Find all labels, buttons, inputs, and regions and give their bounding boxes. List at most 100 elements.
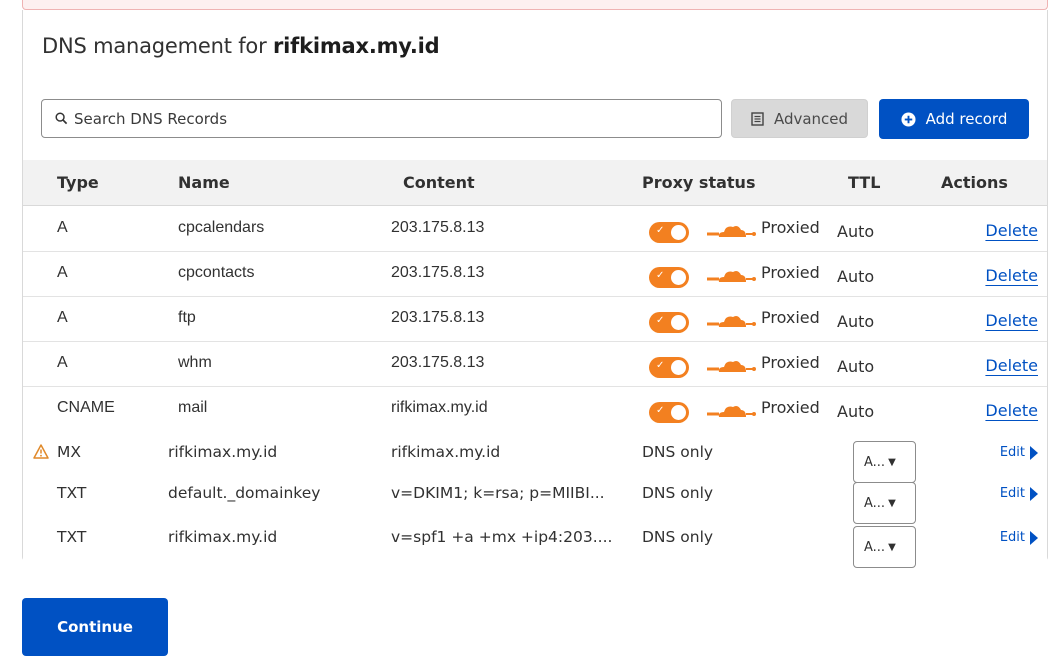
cloud-icon [707, 316, 756, 327]
proxy-status: DNS only [642, 528, 714, 546]
record-content: rifkimax.my.id [391, 399, 488, 416]
add-record-label: Add record [925, 110, 1008, 128]
proxy-toggle[interactable]: ✓ [649, 267, 689, 288]
ttl-select-value: A... [864, 539, 886, 555]
caret-down-icon: ▼ [888, 541, 896, 553]
caret-right-icon [1030, 486, 1038, 501]
ttl-select[interactable]: A... ▼ [853, 441, 916, 483]
column-header-content[interactable]: Content [403, 173, 475, 192]
caret-down-icon: ▼ [888, 497, 896, 509]
record-name: rifkimax.my.id [168, 443, 278, 461]
column-header-name[interactable]: Name [178, 173, 230, 192]
record-type: TXT [57, 528, 87, 546]
ttl-value: Auto [837, 402, 875, 421]
add-record-button[interactable]: Add record [879, 99, 1029, 139]
column-header-actions: Actions [941, 173, 1008, 192]
record-name: cpcontacts [178, 264, 255, 281]
table-row[interactable]: A cpcontacts 203.175.8.13 ✓ Proxied Auto… [23, 252, 1047, 297]
record-type: MX [57, 443, 81, 461]
cloud-icon [707, 406, 756, 417]
proxy-toggle[interactable]: ✓ [649, 402, 689, 423]
table-row[interactable]: A whm 203.175.8.13 ✓ Proxied Auto Delete [23, 342, 1047, 387]
record-name: ftp [178, 309, 196, 326]
cloud-icon [707, 226, 756, 237]
record-type: A [57, 219, 68, 236]
column-header-proxy-status[interactable]: Proxy status [642, 173, 755, 192]
proxy-status: Proxied [761, 218, 820, 237]
record-content: 203.175.8.13 [391, 219, 485, 236]
proxy-status: Proxied [761, 398, 820, 417]
record-type: TXT [57, 484, 87, 502]
delete-link[interactable]: Delete [985, 221, 1038, 240]
delete-link[interactable]: Delete [985, 401, 1038, 420]
cloud-icon [707, 361, 756, 372]
record-name: default._domainkey [168, 484, 321, 502]
document-icon [751, 111, 764, 126]
advanced-button-label: Advanced [773, 109, 849, 128]
record-name: cpcalendars [178, 219, 265, 236]
continue-button[interactable]: Continue [22, 598, 168, 656]
record-type: CNAME [57, 399, 115, 416]
ttl-value: Auto [837, 267, 875, 286]
delete-link[interactable]: Delete [985, 356, 1038, 375]
caret-right-icon [1030, 530, 1038, 545]
proxy-toggle[interactable]: ✓ [649, 312, 689, 333]
caret-right-icon [1030, 445, 1038, 460]
record-type: A [57, 354, 68, 371]
column-header-type[interactable]: Type [57, 173, 99, 192]
proxy-status: DNS only [642, 443, 714, 461]
ttl-select-value: A... [864, 454, 886, 470]
record-type: A [57, 264, 68, 281]
plus-circle-icon [901, 111, 916, 127]
proxy-status: Proxied [761, 353, 820, 372]
edit-button[interactable]: Edit [1000, 530, 1038, 545]
table-header: Type Name Content Proxy status TTL Actio… [23, 160, 1047, 206]
check-icon: ✓ [656, 225, 665, 236]
proxy-status: Proxied [761, 263, 820, 282]
ttl-select-value: A... [864, 495, 886, 511]
alert-banner-edge [22, 0, 1048, 10]
check-icon: ✓ [656, 315, 665, 326]
check-icon: ✓ [656, 270, 665, 281]
check-icon: ✓ [656, 405, 665, 416]
table-row[interactable]: MX rifkimax.my.id rifkimax.my.id DNS onl… [23, 431, 1047, 483]
advanced-button[interactable]: Advanced [731, 99, 868, 138]
warning-icon [33, 444, 49, 459]
record-type: A [57, 309, 68, 326]
record-name: whm [178, 354, 212, 371]
record-name: mail [178, 399, 208, 416]
proxy-toggle[interactable]: ✓ [649, 357, 689, 378]
delete-link[interactable]: Delete [985, 266, 1038, 285]
continue-label: Continue [57, 618, 133, 636]
edit-button[interactable]: Edit [1000, 486, 1038, 501]
cloud-icon [707, 271, 756, 282]
record-content: 203.175.8.13 [391, 354, 485, 371]
proxy-toggle[interactable]: ✓ [649, 222, 689, 243]
record-content: 203.175.8.13 [391, 264, 485, 281]
record-content: rifkimax.my.id [391, 443, 501, 461]
page-title: DNS management for rifkimax.my.id [42, 34, 440, 58]
ttl-select[interactable]: A... ▼ [853, 526, 916, 568]
search-icon [55, 112, 68, 125]
search-field[interactable] [41, 99, 722, 138]
delete-link[interactable]: Delete [985, 311, 1038, 330]
edit-label: Edit [999, 445, 1025, 460]
check-icon: ✓ [656, 360, 665, 371]
edit-button[interactable]: Edit [1000, 445, 1038, 460]
column-header-ttl[interactable]: TTL [848, 173, 880, 192]
edit-label: Edit [999, 530, 1025, 545]
ttl-select[interactable]: A... ▼ [853, 482, 916, 524]
ttl-value: Auto [837, 222, 875, 241]
proxy-status: DNS only [642, 484, 714, 502]
proxy-status: Proxied [761, 308, 820, 327]
table-row[interactable]: A ftp 203.175.8.13 ✓ Proxied Auto Delete [23, 297, 1047, 342]
record-content: 203.175.8.13 [391, 309, 485, 326]
record-name: rifkimax.my.id [168, 528, 278, 546]
ttl-value: Auto [837, 312, 875, 331]
table-row[interactable]: CNAME mail rifkimax.my.id ✓ Proxied Auto… [23, 387, 1047, 432]
table-row[interactable]: A cpcalendars 203.175.8.13 ✓ Proxied Aut… [23, 207, 1047, 252]
caret-down-icon: ▼ [888, 456, 896, 468]
edit-label: Edit [999, 486, 1025, 501]
search-input[interactable] [74, 109, 674, 128]
record-content: v=DKIM1; k=rsa; p=MIIBI... [391, 484, 605, 502]
